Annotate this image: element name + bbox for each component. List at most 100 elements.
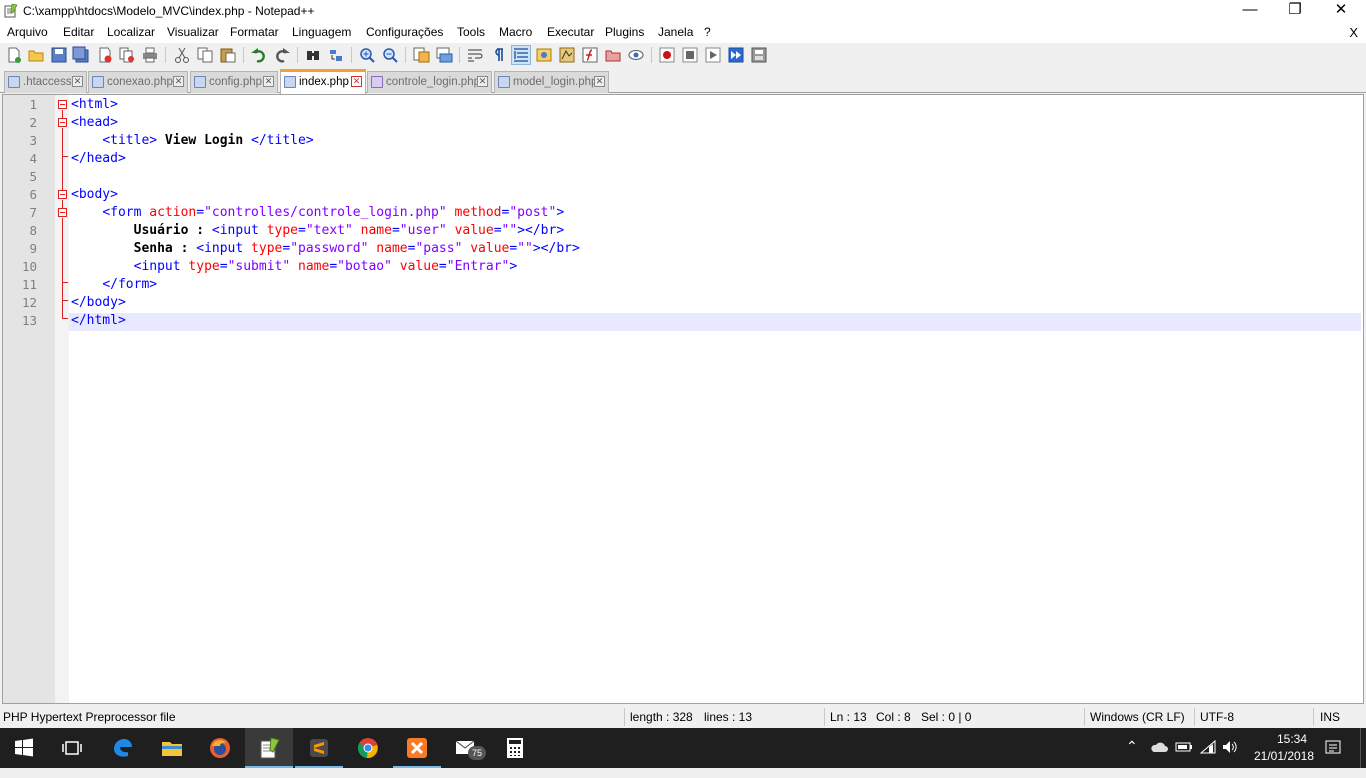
restore-button[interactable]: ❐ <box>1272 0 1318 22</box>
status-encoding[interactable]: UTF-8 <box>1200 710 1234 724</box>
volume-icon[interactable] <box>1221 739 1239 755</box>
code-line[interactable]: 2 <head> <box>3 114 1365 132</box>
toolbar-separator <box>243 47 244 63</box>
indent-guide-icon[interactable] <box>511 45 531 65</box>
copy-icon[interactable] <box>196 46 214 64</box>
play-macro-icon[interactable] <box>704 46 722 64</box>
onedrive-icon[interactable] <box>1150 740 1168 754</box>
status-insert-mode[interactable]: INS <box>1320 710 1340 724</box>
sync-vertical-icon[interactable] <box>412 46 430 64</box>
menu-configuracoes[interactable]: Configurações <box>366 25 443 39</box>
tab-label: index.php <box>299 76 349 88</box>
save-icon[interactable] <box>50 46 68 64</box>
close-window-button[interactable]: ✕ <box>1318 0 1364 22</box>
close-all-icon[interactable] <box>118 46 136 64</box>
calculator-icon[interactable] <box>491 728 539 768</box>
status-eol[interactable]: Windows (CR LF) <box>1090 710 1185 724</box>
menu-editar[interactable]: Editar <box>63 25 94 39</box>
cut-icon[interactable] <box>173 46 191 64</box>
run-macro-multiple-icon[interactable] <box>727 46 745 64</box>
tab-htaccess[interactable]: .htaccess ✕ <box>4 71 87 93</box>
tab-close-icon[interactable]: ✕ <box>594 76 605 87</box>
close-file-icon[interactable] <box>96 46 114 64</box>
menu-tools[interactable]: Tools <box>457 25 485 39</box>
code-line[interactable]: 3 <title> View Login </title> <box>3 132 1365 150</box>
code-line[interactable]: 10 <input type="submit" name="botao" val… <box>3 258 1365 276</box>
tab-close-icon[interactable]: ✕ <box>173 76 184 87</box>
record-macro-icon[interactable] <box>658 46 676 64</box>
minimize-button[interactable]: — <box>1227 0 1273 22</box>
menu-executar[interactable]: Executar <box>547 25 594 39</box>
open-file-icon[interactable] <box>27 46 45 64</box>
code-line[interactable]: 8 Usuário : <input type="text" name="use… <box>3 222 1365 240</box>
chrome-icon[interactable] <box>344 728 392 768</box>
word-wrap-icon[interactable] <box>466 46 484 64</box>
close-document-button[interactable]: X <box>1349 25 1358 40</box>
zoom-in-icon[interactable] <box>358 46 376 64</box>
action-center-icon[interactable] <box>1324 739 1342 757</box>
task-view-icon[interactable] <box>48 728 96 768</box>
battery-icon[interactable] <box>1175 741 1193 753</box>
mail-badge: 75 <box>468 746 486 760</box>
replace-icon[interactable] <box>327 46 345 64</box>
code-line[interactable]: 6 <body> <box>3 186 1365 204</box>
menu-plugins[interactable]: Plugins <box>605 25 644 39</box>
menu-formatar[interactable]: Formatar <box>230 25 279 39</box>
tab-close-icon[interactable]: ✕ <box>263 76 274 87</box>
code-line[interactable]: 13 </html> <box>3 312 1365 330</box>
file-explorer-icon[interactable] <box>148 728 196 768</box>
print-icon[interactable] <box>141 46 159 64</box>
tab-controle-login[interactable]: controle_login.php ✕ <box>367 71 492 93</box>
windows-start-icon[interactable] <box>0 728 48 768</box>
save-macro-icon[interactable] <box>750 46 768 64</box>
find-icon[interactable] <box>304 46 322 64</box>
clock-time[interactable]: 15:34 <box>1262 732 1322 746</box>
menu-macro[interactable]: Macro <box>499 25 532 39</box>
menu-help[interactable]: ? <box>704 25 711 39</box>
tab-model-login[interactable]: model_login.php ✕ <box>494 71 609 93</box>
notepadpp-taskbar-icon[interactable] <box>245 728 293 768</box>
edge-icon[interactable] <box>99 728 147 768</box>
menu-arquivo[interactable]: Arquivo <box>7 25 48 39</box>
wifi-icon[interactable] <box>1199 739 1217 755</box>
undo-icon[interactable] <box>250 46 268 64</box>
clock-date[interactable]: 21/01/2018 <box>1246 749 1322 763</box>
code-line[interactable]: 11 </form> <box>3 276 1365 294</box>
function-list-icon[interactable] <box>581 46 599 64</box>
stop-macro-icon[interactable] <box>681 46 699 64</box>
show-desktop-button[interactable] <box>1360 728 1366 768</box>
save-all-icon[interactable] <box>72 46 90 64</box>
tab-index[interactable]: index.php ✕ <box>280 69 366 94</box>
zoom-out-icon[interactable] <box>381 46 399 64</box>
menu-linguagem[interactable]: Linguagem <box>292 25 351 39</box>
user-defined-language-icon[interactable] <box>535 46 553 64</box>
sync-horizontal-icon[interactable] <box>435 46 453 64</box>
show-all-chars-icon[interactable] <box>489 46 507 64</box>
code-editor[interactable]: 1 <html> 2 <head> 3 <title> View Login </tit… <box>2 94 1364 704</box>
firefox-icon[interactable] <box>196 728 244 768</box>
tab-close-icon[interactable]: ✕ <box>351 76 362 87</box>
menu-visualizar[interactable]: Visualizar <box>167 25 219 39</box>
code-line[interactable]: 1 <html> <box>3 96 1365 114</box>
mail-icon[interactable]: 75 <box>442 728 490 768</box>
code-line[interactable]: 7 <form action="controlles/controle_logi… <box>3 204 1365 222</box>
tab-close-icon[interactable]: ✕ <box>477 76 488 87</box>
xampp-icon[interactable] <box>393 728 441 768</box>
monitoring-icon[interactable] <box>627 46 645 64</box>
sublime-text-icon[interactable] <box>295 728 343 768</box>
tab-close-icon[interactable]: ✕ <box>72 76 83 87</box>
chevron-up-icon[interactable]: ⌃ <box>1126 738 1138 778</box>
menu-janela[interactable]: Janela <box>658 25 693 39</box>
code-line[interactable]: 5 <box>3 168 1365 186</box>
code-line[interactable]: 12 </body> <box>3 294 1365 312</box>
tab-config[interactable]: config.php ✕ <box>190 71 278 93</box>
paste-icon[interactable] <box>219 46 237 64</box>
new-file-icon[interactable] <box>5 46 23 64</box>
code-line[interactable]: 9 Senha : <input type="password" name="p… <box>3 240 1365 258</box>
code-line[interactable]: 4 </head> <box>3 150 1365 168</box>
tab-conexao[interactable]: conexao.php ✕ <box>88 71 188 93</box>
folder-workspace-icon[interactable] <box>604 46 622 64</box>
redo-icon[interactable] <box>273 46 291 64</box>
document-map-icon[interactable] <box>558 46 576 64</box>
menu-localizar[interactable]: Localizar <box>107 25 155 39</box>
